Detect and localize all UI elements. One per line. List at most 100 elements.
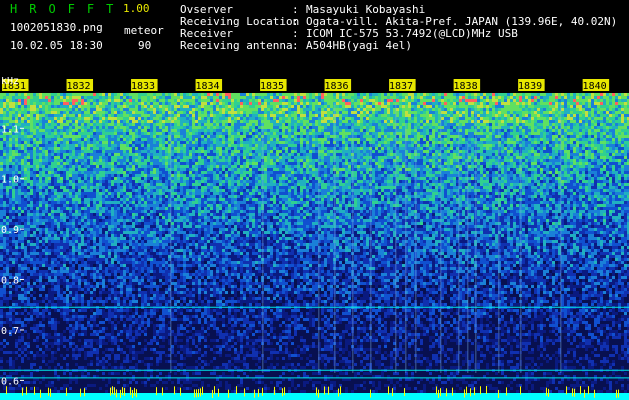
frequency-tick-label: 1.0 xyxy=(1,175,19,186)
carrier-spike xyxy=(66,388,67,396)
time-tick-label: 1839 xyxy=(518,81,542,92)
time-tick-label: 1836 xyxy=(325,81,349,92)
carrier-spike xyxy=(404,388,405,396)
meteor-streak xyxy=(560,103,562,373)
time-axis: 1831 1832 1833 1834 1835 1836 1837 1838 1839 1840 xyxy=(0,77,629,93)
header-panel: HROFFT 1.00 1002051830.png meteor 10.02.… xyxy=(0,0,629,77)
carrier-spike xyxy=(566,386,567,394)
carrier-spike xyxy=(112,386,113,394)
carrier-spike xyxy=(474,387,475,395)
carrier-spike xyxy=(136,389,137,397)
carrier-spike xyxy=(156,387,157,395)
app-title: HROFFT xyxy=(10,3,125,15)
carrier-spike xyxy=(370,390,371,398)
meteor-streak xyxy=(352,123,354,373)
carrier-spike xyxy=(110,388,111,396)
carrier-spike xyxy=(116,389,117,397)
carrier-spike xyxy=(498,390,499,398)
carrier-spike xyxy=(480,386,481,394)
carrier-spike xyxy=(218,389,219,397)
carrier-spike xyxy=(324,386,325,394)
file-name: 1002051830.png xyxy=(10,22,103,34)
time-tick-label: 1832 xyxy=(66,81,90,92)
carrier-spike xyxy=(438,390,439,398)
carrier-spike xyxy=(274,387,275,395)
carrier-spike xyxy=(486,386,487,394)
carrier-spike xyxy=(388,386,389,394)
meteor-streak xyxy=(467,143,469,373)
carrier-spike xyxy=(466,387,467,395)
app-version: 1.00 xyxy=(123,3,150,15)
meteor-streak xyxy=(370,143,372,373)
time-tick-label: 1834 xyxy=(195,81,219,92)
carrier-spike xyxy=(464,389,465,397)
carrier-spike xyxy=(618,390,619,398)
carrier-spike xyxy=(284,387,285,395)
time-tick-label: 1837 xyxy=(389,81,413,92)
carrier-spike xyxy=(202,387,203,395)
carrier-spike xyxy=(338,389,339,397)
meteor-streak xyxy=(405,123,407,373)
meteor-streak xyxy=(520,143,522,373)
meteor-streak xyxy=(334,103,336,373)
carrier-spike xyxy=(452,388,453,396)
spectrogram-plot: 1831 1832 1833 1834 1835 1836 1837 1838 1839 1840… xyxy=(0,77,629,400)
carrier-spike xyxy=(214,386,215,394)
carrier-spike xyxy=(548,389,549,397)
carrier-spike xyxy=(124,388,125,396)
carrier-spike xyxy=(318,390,319,398)
carrier-spike xyxy=(130,387,131,395)
carrier-spike xyxy=(506,387,507,395)
info-key-antenna: Receiving antenna xyxy=(180,40,293,52)
carrier-spike xyxy=(572,388,573,396)
carrier-spike xyxy=(244,388,245,396)
info-separator: : xyxy=(292,40,299,52)
meteor-streak xyxy=(458,123,460,373)
carrier-spike xyxy=(120,390,121,398)
carrier-spike xyxy=(616,390,617,398)
date-time: 10.02.05 18:30 xyxy=(10,40,103,52)
meteor-streak xyxy=(318,143,320,373)
carrier-spike xyxy=(436,386,437,394)
carrier-spike xyxy=(198,389,199,397)
carrier-spike xyxy=(228,390,229,398)
carrier-spike xyxy=(122,387,123,395)
carrier-spike xyxy=(258,389,259,397)
carrier-band xyxy=(0,393,629,400)
carrier-spike xyxy=(22,388,23,396)
meteor-streak xyxy=(440,103,442,373)
frequency-unit-label: kHz xyxy=(1,77,19,87)
mode-label: meteor xyxy=(124,25,164,37)
carrier-spike xyxy=(6,386,7,394)
carrier-spike xyxy=(282,388,283,396)
carrier-spike xyxy=(196,389,197,397)
carrier-spike xyxy=(134,388,135,396)
meteor-streak xyxy=(170,103,172,373)
carrier-spike xyxy=(50,389,51,397)
carrier-spike xyxy=(162,387,163,395)
carrier-spike xyxy=(574,389,575,397)
carrier-spike xyxy=(340,386,341,394)
spectrogram-panel: 1831 1832 1833 1834 1835 1836 1837 1838 1839 1840… xyxy=(0,77,629,400)
carrier-spike xyxy=(236,386,237,394)
carrier-spike xyxy=(584,390,585,398)
time-tick-label: 1838 xyxy=(454,81,478,92)
carrier-spike xyxy=(174,386,175,394)
meteor-streak xyxy=(415,143,417,373)
frequency-tick-label: 0.9 xyxy=(1,225,19,236)
carrier-spike xyxy=(580,386,581,394)
carrier-spike xyxy=(446,388,447,396)
mode-value: 90 xyxy=(138,40,151,52)
carrier-spike xyxy=(440,388,441,396)
carrier-spike xyxy=(520,386,521,394)
carrier-spike xyxy=(26,387,27,395)
carrier-spike xyxy=(48,388,49,396)
frequency-tick-label: 1.1 xyxy=(1,124,19,135)
carrier-spike xyxy=(34,387,35,395)
frequency-tick-label: 0.8 xyxy=(1,276,19,287)
time-tick-label: 1840 xyxy=(583,81,607,92)
time-tick-label: 1833 xyxy=(131,81,155,92)
carrier-spike xyxy=(546,388,547,396)
carrier-spike xyxy=(180,388,181,396)
meteor-streak xyxy=(395,103,397,373)
